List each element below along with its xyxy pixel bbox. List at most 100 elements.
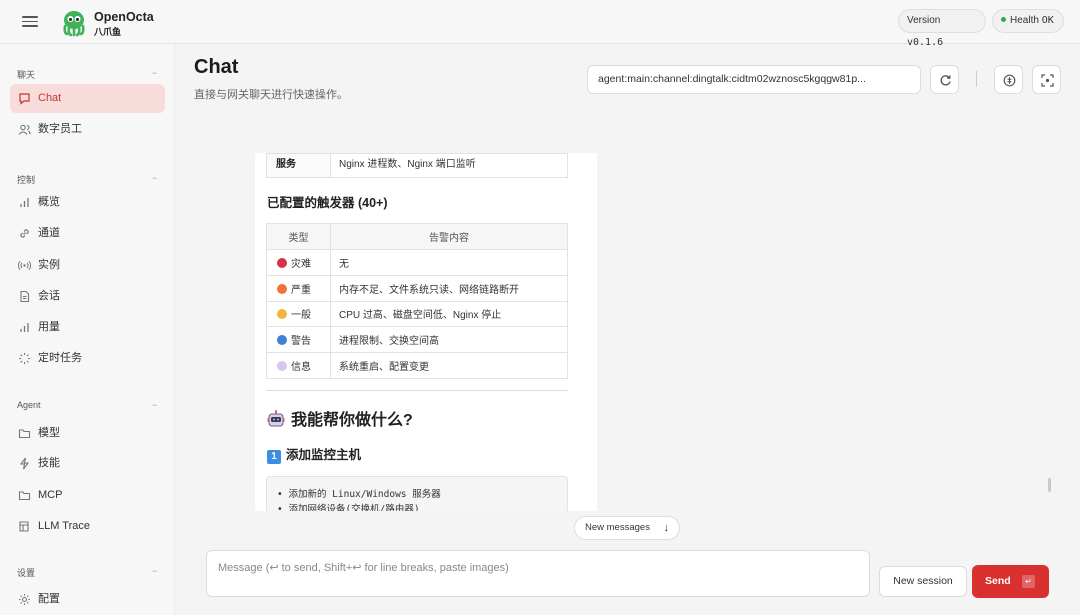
bar-chart-icon <box>20 198 29 207</box>
session-key-select[interactable]: agent:main:channel:dingtalk:cidtm02wznos… <box>587 65 921 94</box>
column-header-content: 告警内容 <box>330 223 568 250</box>
severity-dot-icon <box>277 309 287 320</box>
users-icon <box>18 124 31 135</box>
collapse-section-icon[interactable]: − <box>152 566 157 576</box>
severity-dot-icon <box>277 335 287 346</box>
severity-dot-icon <box>277 283 287 294</box>
sidebar-item-技能[interactable]: 技能 <box>10 449 165 478</box>
severity-cell: 信息 <box>266 352 331 379</box>
column-header-type: 类型 <box>266 223 331 250</box>
brand-name: OpenOcta <box>94 10 154 24</box>
scrollbar-thumb[interactable] <box>1048 478 1051 492</box>
loader-icon <box>19 353 30 364</box>
send-label: Send <box>985 575 1011 587</box>
toolbar-divider <box>976 71 977 87</box>
lightning-icon <box>19 457 30 470</box>
severity-cell: 灾难 <box>266 249 331 276</box>
code-line: • 添加新的 Linux/Windows 服务器 <box>277 489 441 500</box>
message-input[interactable]: Message (↩ to send, Shift+↩ for line bre… <box>206 550 870 597</box>
sidebar-item-label: 定时任务 <box>38 352 82 364</box>
severity-cell: 一般 <box>266 300 331 328</box>
sidebar-item-通道[interactable]: 通道 <box>10 219 165 248</box>
help-heading: 我能帮你做什么? <box>267 406 413 430</box>
help-heading-text: 我能帮你做什么? <box>291 412 413 429</box>
sidebar-item-label: MCP <box>38 489 63 501</box>
arrow-down-icon: ↓ <box>663 522 670 534</box>
sidebar-item-会话[interactable]: 会话 <box>10 282 165 311</box>
sidebar-item-chat[interactable]: Chat <box>10 84 165 113</box>
collapse-section-icon[interactable]: − <box>152 68 157 78</box>
health-label: Health <box>1010 15 1039 26</box>
alert-content-cell: 系统重启、配置变更 <box>330 352 568 379</box>
step-heading-text: 添加监控主机 <box>286 448 362 462</box>
keycap-one-icon: 1 <box>267 450 281 464</box>
top-bar: OpenOcta 八爪鱼 Version v0.1.6 Health OK <box>0 0 1080 48</box>
sidebar-item-概览[interactable]: 概览 <box>10 188 165 217</box>
thinking-toggle-button[interactable] <box>994 65 1023 94</box>
focus-mode-button[interactable] <box>1032 65 1061 94</box>
sidebar-item-label: 模型 <box>38 427 60 439</box>
health-badge: Health OK <box>992 9 1064 33</box>
divider <box>266 390 568 391</box>
chat-thread: 服务 Nginx 进程数、Nginx 端口监听 已配置的触发器 (40+) 类型… <box>255 153 597 511</box>
new-session-button[interactable]: New session <box>879 566 967 597</box>
sidebar-section-title: 控制 <box>17 175 36 185</box>
sidebar-item-mcp[interactable]: MCP <box>10 481 165 510</box>
sidebar-item-实例[interactable]: 实例 <box>10 251 165 280</box>
severity-label: 灾难 <box>291 258 311 270</box>
severity-label: 警告 <box>291 336 311 348</box>
health-status-dot-icon <box>1001 17 1006 22</box>
code-line: • 添加网络设备(交换机/路由器) <box>277 504 420 511</box>
sidebar-item-配置[interactable]: 配置 <box>10 585 165 614</box>
triggers-heading: 已配置的触发器 (40+) <box>267 196 388 210</box>
sidebar-section-title: 设置 <box>17 568 36 578</box>
severity-cell: 严重 <box>266 274 331 302</box>
sidebar-item-用量[interactable]: 用量 <box>10 313 165 342</box>
trace-icon <box>19 521 29 532</box>
sidebar-item-模型[interactable]: 模型 <box>10 419 165 448</box>
sidebar-item-数字员工[interactable]: 数字员工 <box>10 115 165 144</box>
sidebar-item-label: 数字员工 <box>38 123 82 135</box>
version-label: Version <box>907 15 941 26</box>
refresh-button[interactable] <box>930 65 959 94</box>
link-icon <box>20 229 29 238</box>
table-row: 警告 进程限制、交换空间高 <box>266 326 568 354</box>
sidebar-item-label: 实例 <box>38 259 60 271</box>
brand: OpenOcta 八爪鱼 <box>94 10 154 38</box>
table-row: 严重 内存不足、文件系统只读、网络链路断开 <box>266 274 568 302</box>
sidebar-item-label: Chat <box>38 92 62 104</box>
new-messages-button[interactable]: New messages ↓ <box>574 516 680 540</box>
version-badge: Version v0.1.6 <box>898 9 986 48</box>
gear-icon <box>19 594 30 605</box>
enter-key-icon: ↵ <box>1022 575 1035 588</box>
folder-icon <box>18 429 31 439</box>
robot-icon <box>267 410 285 427</box>
collapse-section-icon[interactable]: − <box>152 173 157 183</box>
sidebar-item-label: 概览 <box>38 196 60 208</box>
radio-signal-icon <box>18 260 31 271</box>
alerts-table: 类型 告警内容 灾难 无严重 内存不足、文件系统只读、网络链路断开 一般 CPU 过高、… <box>266 223 568 379</box>
table-row: 服务 Nginx 进程数、Nginx 端口监听 <box>266 153 568 178</box>
brand-subtitle: 八爪鱼 <box>94 27 122 37</box>
sidebar: 聊天 − Chat 数字员工 控制 − 概览 通道 实例 会话 用量 定时任务 Agent − 模型 技能 MC… <box>0 44 175 615</box>
sidebar-item-label: 通道 <box>38 227 60 239</box>
table-row: 信息 系统重启、配置变更 <box>266 352 568 379</box>
new-messages-label: New messages <box>585 522 650 533</box>
document-icon <box>20 290 30 303</box>
severity-dot-icon <box>277 257 287 268</box>
collapse-section-icon[interactable]: − <box>152 400 157 410</box>
focus-icon <box>1041 74 1054 87</box>
sidebar-item-label: 配置 <box>38 593 60 605</box>
alert-content-cell: 进程限制、交换空间高 <box>330 326 568 354</box>
message-input-placeholder: Message (↩ to send, Shift+↩ for line bre… <box>218 562 509 574</box>
sidebar-item-label: 会话 <box>38 290 60 302</box>
menu-icon[interactable] <box>22 13 38 29</box>
sidebar-item-llm-trace[interactable]: LLM Trace <box>10 512 165 541</box>
send-button[interactable]: Send ↵ <box>972 565 1049 598</box>
sidebar-item-label: LLM Trace <box>38 520 90 532</box>
sidebar-item-定时任务[interactable]: 定时任务 <box>10 344 165 373</box>
severity-cell: 警告 <box>266 326 331 354</box>
table-row: 一般 CPU 过高、磁盘空间低、Nginx 停止 <box>266 300 568 328</box>
octopus-logo-icon <box>63 11 85 37</box>
health-value: OK <box>1041 15 1054 26</box>
